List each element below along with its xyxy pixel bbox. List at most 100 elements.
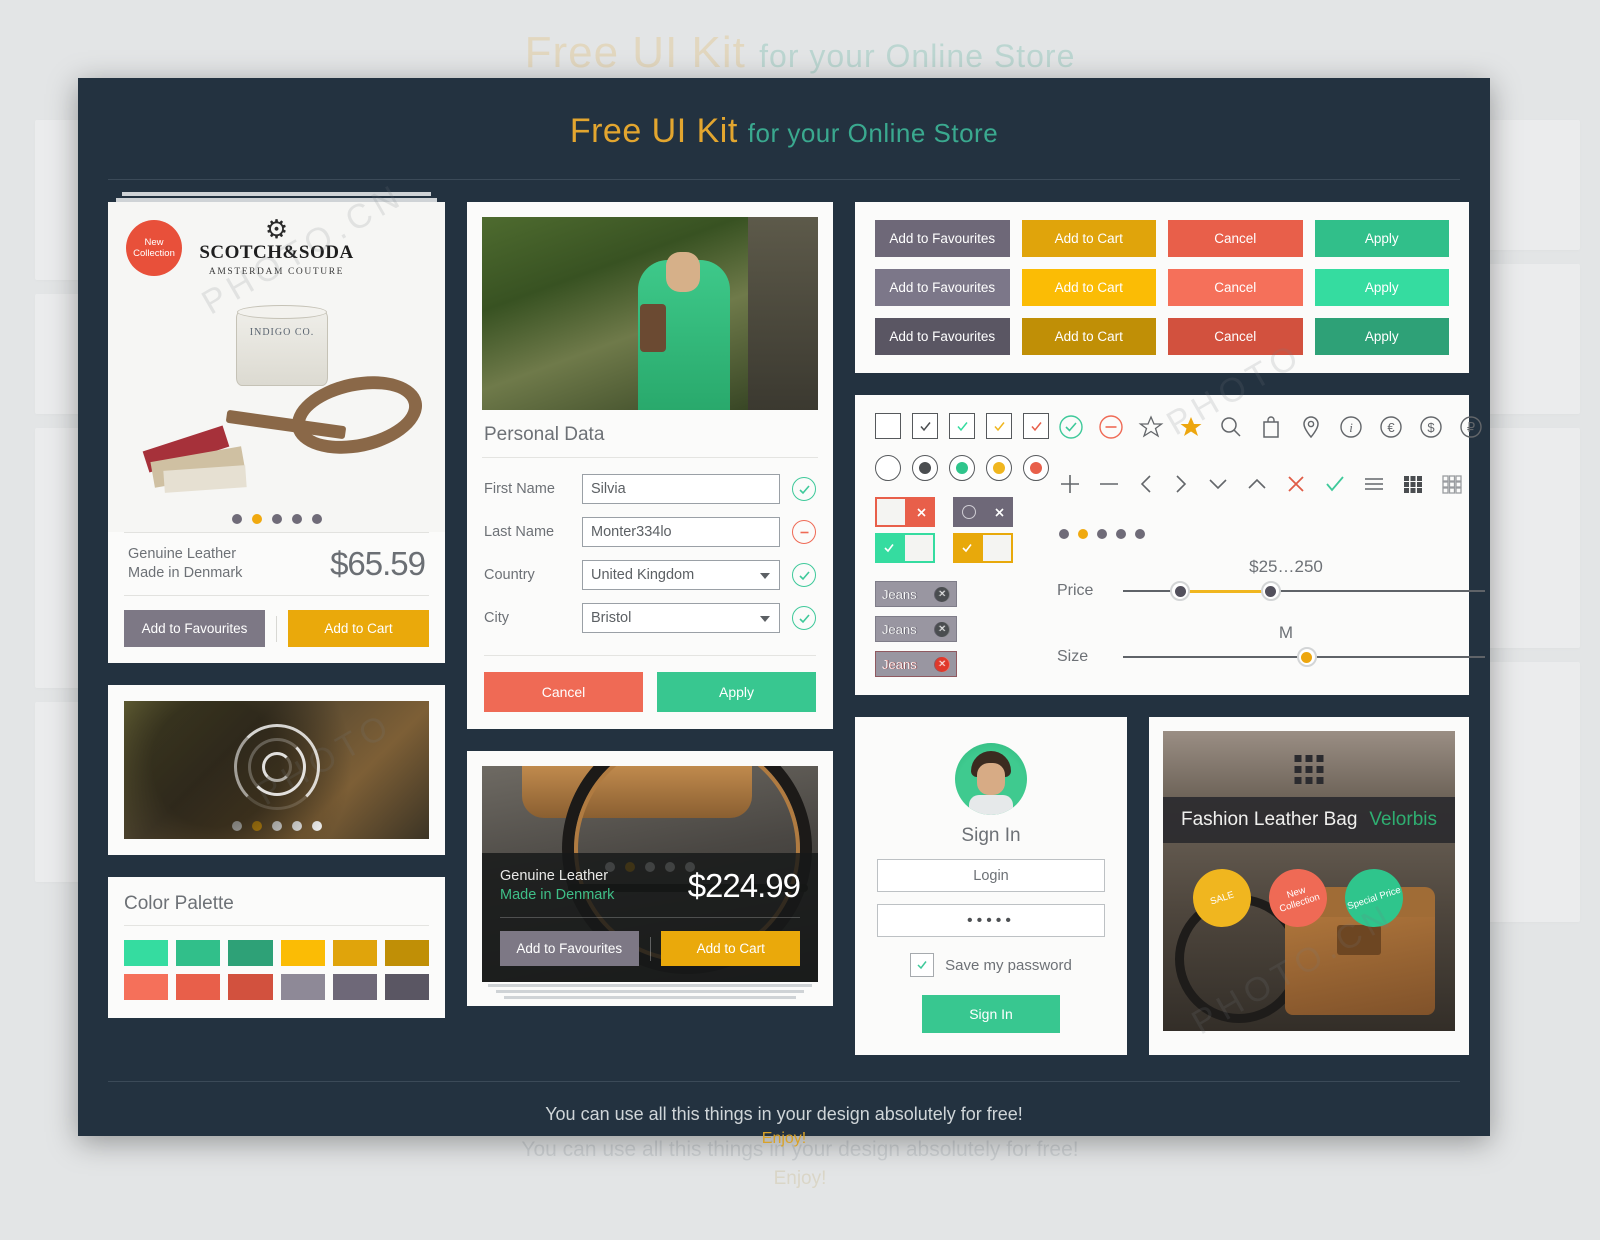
new-collection-badge[interactable]: New Collection bbox=[1261, 861, 1335, 935]
price-slider-knob-high[interactable] bbox=[1260, 581, 1281, 601]
toggle-off-red[interactable] bbox=[875, 497, 935, 527]
pager-dot[interactable] bbox=[1059, 529, 1069, 539]
chevron-down-icon[interactable] bbox=[1205, 470, 1231, 498]
color-swatch[interactable] bbox=[384, 940, 430, 966]
tag-remove-icon[interactable]: ✕ bbox=[935, 621, 950, 637]
list-view-icon[interactable] bbox=[1361, 470, 1387, 498]
tag-solid-error[interactable]: Jeans ✕ bbox=[875, 651, 957, 677]
country-select[interactable]: United Kingdom bbox=[582, 560, 780, 590]
color-swatch[interactable] bbox=[176, 940, 221, 966]
radio-empty[interactable] bbox=[875, 455, 901, 481]
info-circle-icon[interactable]: i bbox=[1337, 413, 1365, 441]
color-swatch[interactable] bbox=[124, 974, 169, 1000]
product-carousel-dots[interactable] bbox=[108, 514, 445, 524]
check-circle-icon[interactable] bbox=[1057, 413, 1085, 441]
chevron-up-icon[interactable] bbox=[1244, 470, 1270, 498]
apply-button[interactable]: Apply bbox=[1314, 269, 1449, 306]
checkbox-checked-yellow[interactable] bbox=[986, 413, 1012, 439]
add-to-cart-button[interactable]: Add to Cart bbox=[1021, 269, 1156, 306]
grid-menu-icon[interactable] bbox=[1294, 755, 1324, 784]
toggle-off-grey[interactable] bbox=[953, 497, 1013, 527]
add-to-favourites-button[interactable]: Add to Favourites bbox=[875, 220, 1010, 257]
pager-dot-active[interactable] bbox=[1078, 529, 1088, 539]
check-icon[interactable] bbox=[1322, 470, 1348, 498]
radio-selected-green[interactable] bbox=[949, 455, 975, 481]
color-swatch[interactable] bbox=[124, 940, 169, 966]
toggle-on-green[interactable] bbox=[875, 533, 935, 563]
loader-carousel-dots[interactable] bbox=[124, 821, 429, 831]
size-slider-knob[interactable] bbox=[1296, 647, 1317, 667]
sign-in-button[interactable]: Sign In bbox=[922, 995, 1060, 1033]
price-slider-track[interactable] bbox=[1123, 581, 1485, 601]
tag-remove-icon[interactable]: ✕ bbox=[935, 586, 950, 602]
dollar-circle-icon[interactable]: $ bbox=[1417, 413, 1445, 441]
bike-add-to-cart-button[interactable]: Add to Cart bbox=[661, 931, 800, 966]
add-to-cart-button[interactable]: Add to Cart bbox=[1021, 220, 1156, 257]
ruble-circle-icon[interactable]: ₽ bbox=[1457, 413, 1485, 441]
color-swatch[interactable] bbox=[228, 940, 273, 966]
map-pin-icon[interactable] bbox=[1297, 413, 1325, 441]
star-outline-icon[interactable] bbox=[1137, 413, 1165, 441]
add-to-favourites-button[interactable]: Add to Favourites bbox=[875, 318, 1010, 355]
add-to-cart-button[interactable]: Add to Cart bbox=[1021, 318, 1156, 355]
carousel-dot[interactable] bbox=[311, 821, 322, 831]
carousel-dot[interactable] bbox=[271, 821, 282, 831]
chevron-left-icon[interactable] bbox=[1135, 470, 1157, 498]
radio-selected-dark[interactable] bbox=[912, 455, 938, 481]
apply-button[interactable]: Apply bbox=[1314, 318, 1449, 355]
carousel-dot[interactable] bbox=[311, 514, 322, 524]
bike-add-to-favourites-button[interactable]: Add to Favourites bbox=[500, 931, 639, 966]
color-swatch[interactable] bbox=[228, 974, 273, 1000]
pager-dots[interactable] bbox=[1057, 529, 1485, 539]
save-password-row[interactable]: Save my password bbox=[877, 953, 1105, 977]
radio-selected-red[interactable] bbox=[1023, 455, 1049, 481]
form-cancel-button[interactable]: Cancel bbox=[484, 672, 643, 712]
last-name-input[interactable]: Monter334lo bbox=[582, 517, 780, 547]
checkbox-empty[interactable] bbox=[875, 413, 901, 439]
form-apply-button[interactable]: Apply bbox=[657, 672, 816, 712]
cancel-button[interactable]: Cancel bbox=[1168, 220, 1303, 257]
add-to-favourites-button[interactable]: Add to Favourites bbox=[124, 610, 266, 647]
save-password-checkbox[interactable] bbox=[910, 953, 935, 977]
carousel-dot[interactable] bbox=[271, 514, 282, 524]
carousel-dot-active[interactable] bbox=[251, 821, 262, 831]
color-swatch[interactable] bbox=[332, 974, 377, 1000]
carousel-dot[interactable] bbox=[291, 514, 302, 524]
first-name-input[interactable]: Silvia bbox=[582, 474, 780, 504]
tag-remove-icon[interactable]: ✕ bbox=[935, 656, 950, 672]
checkbox-checked-green[interactable] bbox=[949, 413, 975, 439]
euro-circle-icon[interactable]: € bbox=[1377, 413, 1405, 441]
apply-button[interactable]: Apply bbox=[1314, 220, 1449, 257]
carousel-dot[interactable] bbox=[291, 821, 302, 831]
pager-dot[interactable] bbox=[1097, 529, 1107, 539]
sale-badge[interactable]: SALE bbox=[1185, 861, 1259, 935]
city-select[interactable]: Bristol bbox=[582, 603, 780, 633]
grid-view-icon[interactable] bbox=[1400, 470, 1426, 498]
checkbox-checked-dark[interactable] bbox=[912, 413, 938, 439]
carousel-dot[interactable] bbox=[231, 514, 242, 524]
search-icon[interactable] bbox=[1217, 413, 1245, 441]
special-price-badge[interactable]: Special Price bbox=[1337, 861, 1411, 935]
star-filled-icon[interactable] bbox=[1177, 413, 1205, 441]
minus-circle-icon[interactable] bbox=[1097, 413, 1125, 441]
size-slider-track[interactable] bbox=[1123, 647, 1485, 667]
pager-dot[interactable] bbox=[1135, 529, 1145, 539]
chevron-right-icon[interactable] bbox=[1170, 470, 1192, 498]
toggle-on-yellow[interactable] bbox=[953, 533, 1013, 563]
radio-selected-yellow[interactable] bbox=[986, 455, 1012, 481]
add-to-favourites-button[interactable]: Add to Favourites bbox=[875, 269, 1010, 306]
login-input[interactable]: Login bbox=[877, 859, 1105, 892]
carousel-dot-active[interactable] bbox=[251, 514, 262, 524]
color-swatch[interactable] bbox=[332, 940, 377, 966]
price-slider-knob-low[interactable] bbox=[1170, 581, 1191, 601]
grid-outline-icon[interactable] bbox=[1439, 470, 1465, 498]
tag-solid[interactable]: Jeans ✕ bbox=[875, 616, 957, 642]
minus-icon[interactable] bbox=[1096, 470, 1122, 498]
shopping-bag-icon[interactable] bbox=[1257, 413, 1285, 441]
pager-dot[interactable] bbox=[1116, 529, 1126, 539]
tag-solid[interactable]: Jeans ✕ bbox=[875, 581, 957, 607]
color-swatch[interactable] bbox=[280, 974, 325, 1000]
carousel-dot[interactable] bbox=[231, 821, 242, 831]
color-swatch[interactable] bbox=[384, 974, 430, 1000]
cancel-button[interactable]: Cancel bbox=[1168, 318, 1303, 355]
